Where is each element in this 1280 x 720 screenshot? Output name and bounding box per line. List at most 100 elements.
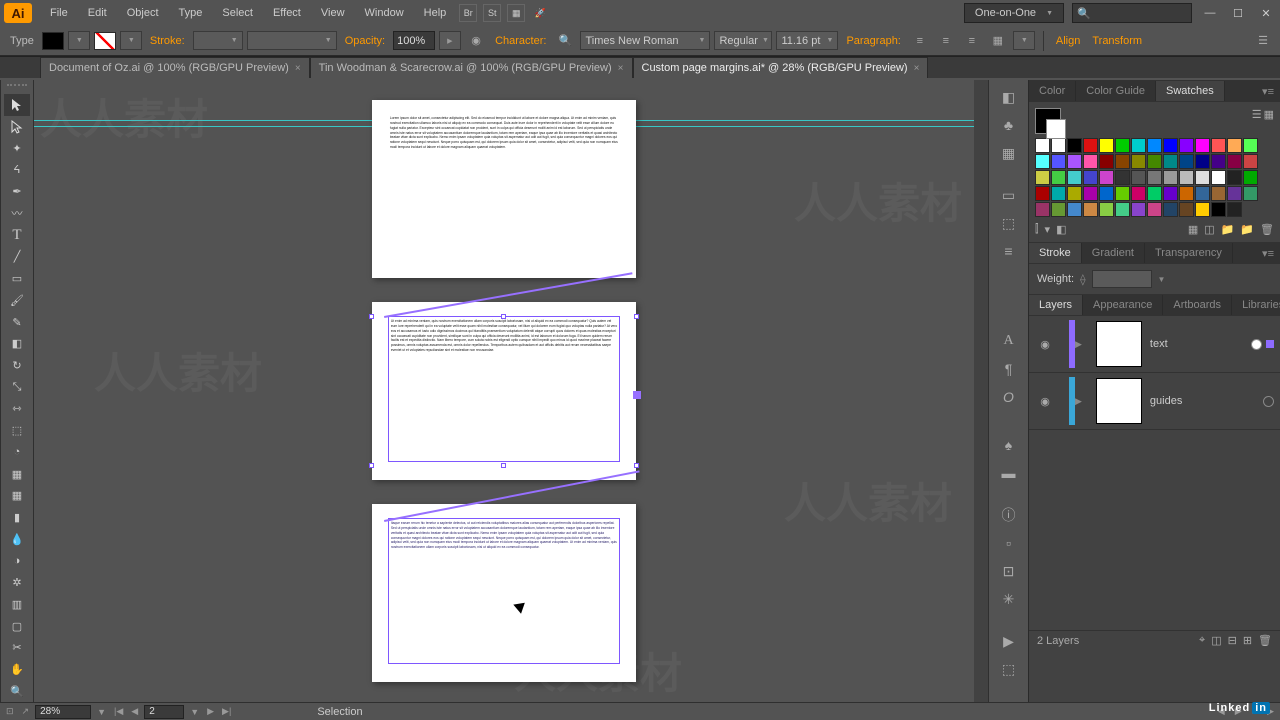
swatch-cell[interactable]: [1243, 186, 1258, 201]
expand-icon[interactable]: ▶: [1075, 339, 1082, 350]
swatch-cell[interactable]: [1051, 138, 1066, 153]
artboard-tool[interactable]: ▢: [4, 615, 30, 637]
swatch-cell[interactable]: [1131, 170, 1146, 185]
align-center-icon[interactable]: ≡: [935, 31, 957, 51]
swatch-cell[interactable]: [1227, 170, 1242, 185]
transform-panel-icon[interactable]: ⬚: [994, 210, 1024, 236]
swatch-cell[interactable]: [1147, 202, 1162, 217]
swatch-cell[interactable]: [1099, 170, 1114, 185]
swatch-cell[interactable]: [1051, 170, 1066, 185]
layer-row-text[interactable]: ◉ ▶ text: [1029, 316, 1280, 373]
menu-help[interactable]: Help: [414, 7, 457, 19]
info-icon[interactable]: ⓘ: [994, 502, 1024, 528]
maximize-icon[interactable]: ☐: [1228, 6, 1248, 20]
swatch-cell[interactable]: [1115, 170, 1130, 185]
paragraph-label[interactable]: Paragraph:: [846, 35, 900, 47]
artboard-3[interactable]: Itaque earum rerum hic tenetur a sapient…: [372, 504, 636, 682]
swatch-cell[interactable]: [1195, 170, 1210, 185]
tab-artboards[interactable]: Artboards: [1163, 295, 1232, 315]
stroke-swatch[interactable]: [94, 32, 116, 50]
swatch-cell[interactable]: [1115, 202, 1130, 217]
slice-tool[interactable]: ✂: [4, 637, 30, 659]
layer-row-guides[interactable]: ◉ ▶ guides: [1029, 373, 1280, 430]
brush-def-dd[interactable]: ▼: [247, 31, 337, 50]
folder-icon[interactable]: 📁: [1221, 223, 1235, 236]
rectangle-tool[interactable]: ▭: [4, 268, 30, 290]
stock-icon[interactable]: St: [483, 4, 501, 22]
asset-icon[interactable]: ✳: [994, 586, 1024, 612]
swatch-cell[interactable]: [1051, 202, 1066, 217]
close-icon[interactable]: ✕: [1256, 6, 1276, 20]
selection-handle[interactable]: [369, 314, 374, 319]
new-swatch-icon[interactable]: ◫: [1204, 223, 1214, 236]
swatch-cell[interactable]: [1163, 138, 1178, 153]
prev-artboard-icon[interactable]: ◀: [129, 706, 140, 717]
swatch-cell[interactable]: [1083, 138, 1098, 153]
align-panel-icon[interactable]: ≡: [994, 238, 1024, 264]
weight-input[interactable]: [1092, 270, 1152, 288]
opentype-panel-icon[interactable]: O: [994, 384, 1024, 410]
tab-close-icon[interactable]: ×: [295, 63, 301, 74]
swatch-cell[interactable]: [1035, 170, 1050, 185]
mesh-tool[interactable]: ▦: [4, 485, 30, 507]
doc-info-icon[interactable]: ▭: [994, 182, 1024, 208]
direct-selection-tool[interactable]: [4, 116, 30, 138]
swatch-cell[interactable]: [1035, 154, 1050, 169]
text-frame-3[interactable]: Itaque earum rerum hic tenetur a sapient…: [388, 518, 620, 664]
brushes-icon[interactable]: ▬: [994, 460, 1024, 486]
workspace-switcher[interactable]: One-on-One▼: [964, 3, 1064, 23]
swatch-cell[interactable]: [1195, 186, 1210, 201]
pencil-tool[interactable]: ✎: [4, 311, 30, 333]
menu-object[interactable]: Object: [117, 7, 169, 19]
menu-edit[interactable]: Edit: [78, 7, 117, 19]
paragraph-panel-icon[interactable]: ¶: [994, 356, 1024, 382]
text-frame-2[interactable]: Ut enim ad minima veniam, quis nostrum e…: [388, 316, 620, 462]
swatch-cell[interactable]: [1035, 186, 1050, 201]
swatch-cell[interactable]: [1131, 186, 1146, 201]
font-size-dd[interactable]: 11.16 pt▼: [776, 31, 838, 50]
align-link[interactable]: Align: [1056, 35, 1080, 47]
selection-handle[interactable]: [634, 463, 639, 468]
swatch-cell[interactable]: [1195, 202, 1210, 217]
folder2-icon[interactable]: 📁: [1240, 223, 1254, 236]
swatch-cell[interactable]: [1099, 138, 1114, 153]
make-clip-icon[interactable]: ◫: [1211, 634, 1221, 647]
color-guide-icon[interactable]: ♣: [994, 112, 1024, 138]
swatch-cell[interactable]: [1035, 138, 1050, 153]
artboard-nav-field[interactable]: 2: [144, 705, 184, 719]
envelope-dd[interactable]: ▼: [1013, 31, 1035, 50]
swatch-cell[interactable]: [1067, 170, 1082, 185]
tab-appearance[interactable]: Appearance: [1083, 295, 1163, 315]
zoom-field[interactable]: 28%: [35, 705, 91, 719]
visibility-toggle-icon[interactable]: ◉: [1035, 338, 1055, 351]
opacity-label[interactable]: Opacity:: [345, 35, 385, 47]
align-left-icon[interactable]: ≡: [909, 31, 931, 51]
swatch-cell[interactable]: [1147, 138, 1162, 153]
opacity-dd[interactable]: ▶: [439, 31, 461, 50]
menu-window[interactable]: Window: [355, 7, 414, 19]
swatch-cell[interactable]: [1051, 154, 1066, 169]
color-panel-icon[interactable]: ◧: [994, 84, 1024, 110]
list-view-icon[interactable]: ☰: [1252, 108, 1262, 121]
perspective-tool[interactable]: ▦: [4, 463, 30, 485]
character-panel-icon[interactable]: A: [994, 328, 1024, 354]
transform-link[interactable]: Transform: [1092, 35, 1142, 47]
artboard-1[interactable]: Lorem ipsum dolor sit amet, consectetur …: [372, 100, 636, 278]
gradient-tool[interactable]: ▮: [4, 507, 30, 529]
swatch-cell[interactable]: [1083, 170, 1098, 185]
swatch-cell[interactable]: [1099, 202, 1114, 217]
zoom-tool[interactable]: 🔍: [4, 680, 30, 702]
swatch-cell[interactable]: [1115, 138, 1130, 153]
stroke-weight-dd[interactable]: ▼: [193, 31, 243, 50]
stroke-swatch-dd[interactable]: ▼: [120, 31, 142, 50]
weight-stepper-icon[interactable]: ⟠: [1080, 273, 1085, 286]
rotate-tool[interactable]: ↻: [4, 355, 30, 377]
locate-layer-icon[interactable]: ⌖: [1199, 634, 1205, 647]
target-indicator[interactable]: [1251, 339, 1262, 350]
grid-view-icon[interactable]: ▦: [1264, 108, 1274, 121]
swatch-cell[interactable]: [1195, 154, 1210, 169]
swatch-cell[interactable]: [1067, 138, 1082, 153]
tab-swatches[interactable]: Swatches: [1156, 81, 1225, 101]
swatch-cell[interactable]: [1227, 138, 1242, 153]
recolor-icon[interactable]: ◉: [465, 31, 487, 51]
